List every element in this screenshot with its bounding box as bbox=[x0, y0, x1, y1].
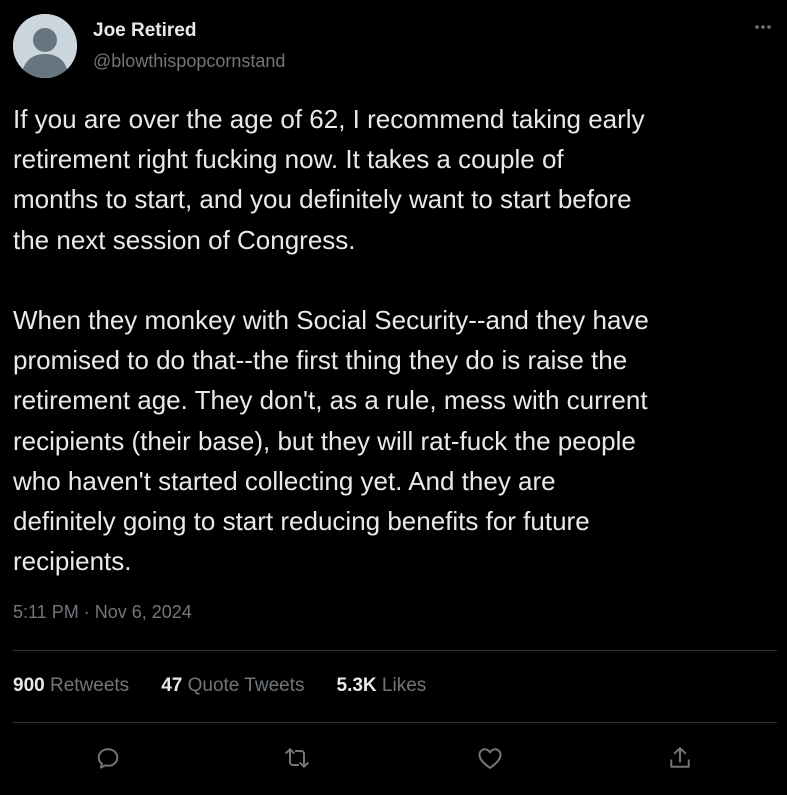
retweets-label: Retweets bbox=[49, 675, 130, 696]
default-avatar-icon bbox=[13, 14, 77, 78]
retweet-icon bbox=[285, 748, 309, 768]
action-bar bbox=[0, 734, 787, 784]
tweet-text: If you are over the age of 62, I recomme… bbox=[13, 104, 649, 577]
share-icon bbox=[670, 747, 690, 768]
tweet-timestamp[interactable]: 5:11 PM · Nov 6, 2024 bbox=[13, 602, 192, 623]
share-button[interactable] bbox=[662, 740, 698, 776]
divider bbox=[13, 722, 777, 723]
tweet-detail: Joe Retired @blowthispopcornstand If you… bbox=[0, 0, 787, 795]
reply-icon bbox=[97, 748, 119, 769]
more-options-icon bbox=[755, 25, 771, 29]
like-button[interactable] bbox=[472, 740, 508, 776]
reply-button[interactable] bbox=[90, 740, 126, 776]
user-handle[interactable]: @blowthispopcornstand bbox=[93, 51, 285, 72]
engagement-stats: 900 Retweets 47 Quote Tweets 5.3K Likes bbox=[13, 675, 426, 697]
quote-tweets-label: Quote Tweets bbox=[187, 675, 305, 696]
more-options-button[interactable] bbox=[748, 12, 778, 42]
quote-tweets-count: 47 bbox=[161, 675, 183, 696]
heart-icon bbox=[478, 748, 502, 769]
retweets-stat[interactable]: 900 Retweets bbox=[13, 675, 129, 697]
divider bbox=[13, 650, 777, 651]
likes-label: Likes bbox=[381, 675, 427, 696]
display-name[interactable]: Joe Retired bbox=[93, 20, 196, 42]
likes-count: 5.3K bbox=[336, 675, 377, 696]
retweet-button[interactable] bbox=[279, 740, 315, 776]
retweets-count: 900 bbox=[13, 675, 45, 696]
quote-tweets-stat[interactable]: 47 Quote Tweets bbox=[161, 675, 304, 697]
avatar[interactable] bbox=[13, 14, 77, 78]
likes-stat[interactable]: 5.3K Likes bbox=[337, 675, 427, 697]
